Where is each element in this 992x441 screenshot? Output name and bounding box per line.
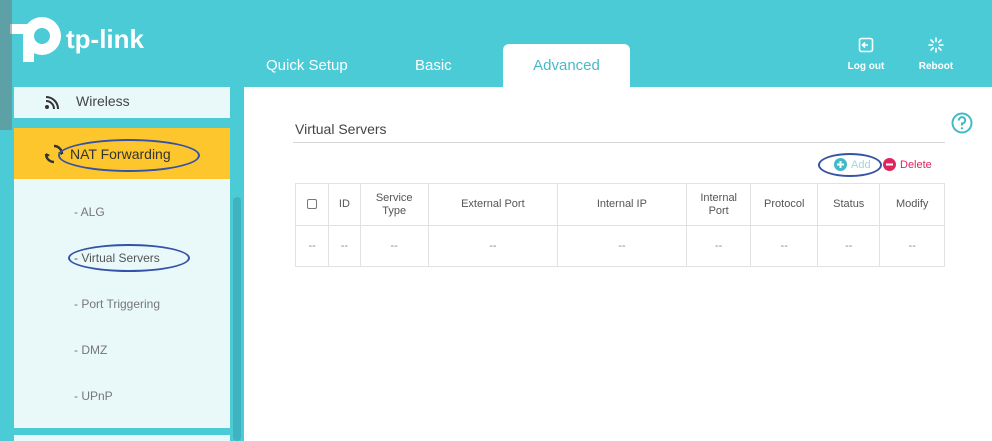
sidebar-item-label: NAT Forwarding (70, 145, 171, 162)
column-header: External Port (428, 183, 558, 226)
submenu-item-upnp[interactable]: - UPnP (74, 389, 113, 403)
delete-button[interactable]: Delete (883, 158, 932, 171)
sidebar: Wireless NAT Forwarding - ALG - Virtual … (0, 87, 244, 441)
add-label: Add (851, 158, 871, 171)
table-header-row: ID Service Type External Port Internal I… (294, 183, 945, 226)
tab-quick-setup[interactable]: Quick Setup (266, 56, 348, 87)
table-cell: -- (557, 225, 687, 267)
column-header: Status (817, 183, 881, 226)
delete-label: Delete (900, 158, 932, 171)
table-cell: -- (428, 225, 558, 267)
top-header: tp-link Quick Setup Basic Advanced Log o… (0, 0, 992, 87)
nat-forwarding-icon (44, 144, 64, 163)
select-all-header (294, 183, 330, 226)
column-header: ID (328, 183, 361, 226)
sidebar-bottom-panel (14, 435, 230, 441)
nat-submenu: - ALG - Virtual Servers - Port Triggerin… (14, 179, 230, 428)
table-cell: -- (817, 225, 881, 267)
table-cell: -- (686, 225, 752, 267)
logout-icon (858, 37, 874, 53)
logout-button[interactable]: Log out (844, 37, 888, 73)
table-cell: -- (360, 225, 429, 267)
sidebar-scrollbar[interactable] (233, 197, 241, 441)
sidebar-item-nat-forwarding[interactable]: NAT Forwarding (14, 128, 230, 179)
column-header: Protocol (750, 183, 819, 226)
submenu-item-port-triggering[interactable]: - Port Triggering (74, 297, 160, 311)
tab-basic[interactable]: Basic (415, 56, 452, 87)
logout-label: Log out (847, 61, 885, 72)
brand-name: tp-link (66, 23, 144, 54)
reboot-icon (928, 37, 944, 53)
table-row: -- -- -- -- -- -- -- -- -- (294, 225, 945, 267)
reboot-label: Reboot (918, 61, 954, 72)
wireless-icon (45, 96, 59, 109)
table-cell: -- (294, 225, 330, 267)
table-cell: -- (328, 225, 361, 267)
add-button[interactable]: Add (834, 158, 871, 171)
column-header: Internal IP (557, 183, 687, 226)
column-header: Internal Port (686, 183, 752, 226)
help-icon[interactable] (951, 112, 973, 134)
virtual-servers-table: ID Service Type External Port Internal I… (294, 183, 945, 267)
sidebar-item-wireless[interactable]: Wireless (14, 87, 230, 115)
column-header: Modify (879, 183, 945, 226)
page-title: Virtual Servers (295, 121, 387, 137)
sidebar-item-label: Wireless (76, 93, 130, 109)
add-icon (834, 158, 847, 171)
router-admin-page: tp-link Quick Setup Basic Advanced Log o… (0, 0, 992, 441)
submenu-item-alg[interactable]: - ALG (74, 205, 105, 219)
tab-advanced[interactable]: Advanced (503, 44, 630, 87)
delete-icon (883, 158, 896, 171)
select-all-checkbox[interactable] (307, 199, 318, 210)
brand-logo: tp-link (2, 14, 182, 64)
submenu-item-dmz[interactable]: - DMZ (74, 343, 107, 357)
table-cell: -- (750, 225, 819, 267)
reboot-button[interactable]: Reboot (914, 37, 958, 73)
table-cell: -- (879, 225, 945, 267)
window-edge-shadow (0, 0, 12, 130)
title-divider (293, 142, 945, 143)
submenu-item-virtual-servers[interactable]: - Virtual Servers (74, 251, 160, 265)
column-header: Service Type (360, 183, 429, 226)
